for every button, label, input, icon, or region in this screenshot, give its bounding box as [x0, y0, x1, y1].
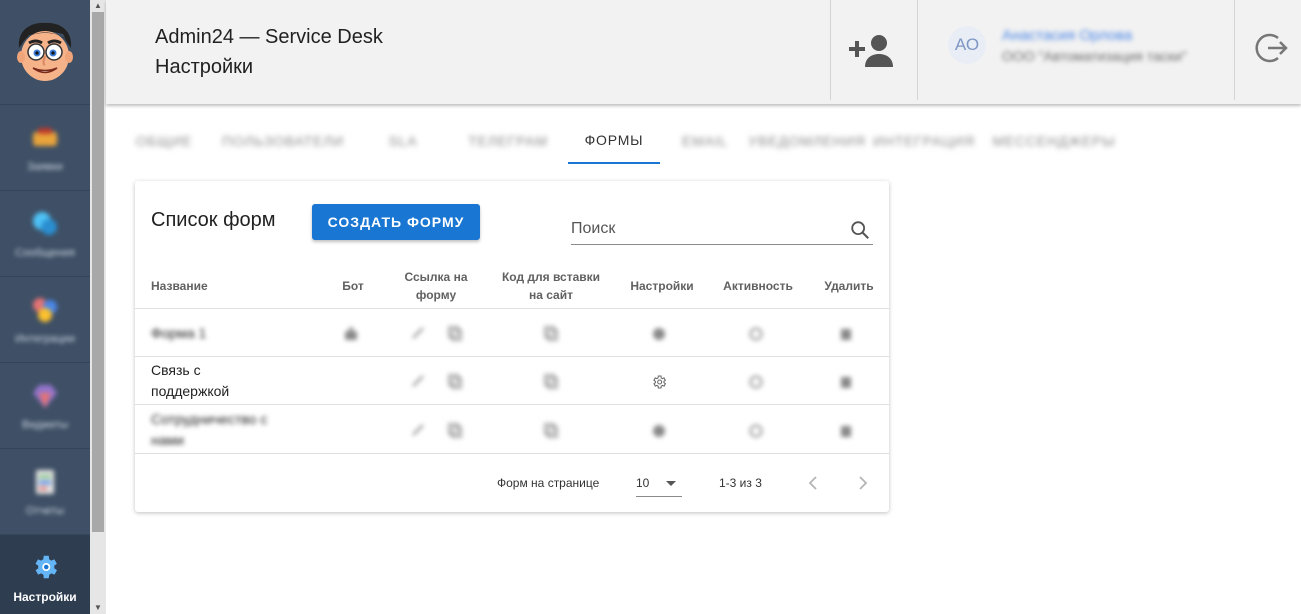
top-header: Admin24 — Service Desk Настройки АО Анас…	[106, 0, 1301, 104]
settings-icon[interactable]	[651, 423, 667, 439]
scrollbar-thumb[interactable]	[92, 12, 104, 532]
copy-code-icon[interactable]	[543, 325, 559, 341]
chevron-right-icon[interactable]	[855, 473, 871, 493]
copy-link-icon[interactable]	[447, 422, 463, 438]
sidebar-item-label: Отчеты	[25, 504, 65, 517]
column-link[interactable]: Ссылка на форму	[397, 268, 475, 304]
sidebar-item-label: Интеграции	[15, 332, 75, 345]
delete-icon[interactable]	[838, 423, 854, 439]
sidebar-item-integrations[interactable]: Интеграции	[0, 277, 90, 363]
header-divider	[1234, 0, 1235, 100]
card-title: Список форм	[151, 209, 276, 231]
table-header: Название Бот Ссылка на форму Код для вст…	[135, 263, 889, 309]
search-field[interactable]	[571, 215, 873, 245]
tab-forms[interactable]: Формы	[568, 118, 660, 164]
column-settings[interactable]: Настройки	[625, 277, 699, 295]
table-row[interactable]: Форма 1	[135, 309, 889, 357]
sidebar: Заявки Сообщения Интеграции Виджеты Отче…	[0, 0, 90, 614]
add-user-icon	[849, 35, 893, 67]
table-row[interactable]: Связь с поддержкой	[135, 357, 889, 405]
sidebar-item-reports[interactable]: Отчеты	[0, 449, 90, 535]
tab-integration[interactable]: Интеграция	[864, 118, 984, 164]
delete-icon[interactable]	[838, 374, 854, 390]
create-form-button[interactable]: СОЗДАТЬ ФОРМУ	[312, 204, 480, 240]
header-titles: Admin24 — Service Desk Настройки	[155, 22, 383, 82]
column-delete[interactable]: Удалить	[819, 277, 879, 295]
activity-toggle-icon[interactable]	[748, 423, 764, 439]
logout-icon	[1255, 33, 1288, 63]
mascot-face-icon	[17, 22, 73, 81]
tab-users[interactable]: Пользователи	[208, 118, 358, 164]
form-name: Форма 1	[151, 325, 207, 341]
sidebar-item-settings[interactable]: Настройки	[0, 535, 90, 614]
header-divider	[917, 0, 918, 100]
user-organization: ООО "Автоматизация таски"	[1002, 47, 1187, 64]
scroll-up-arrow-icon[interactable]: ▲	[90, 0, 106, 12]
user-name-link[interactable]: Анастасия Орлова	[1002, 27, 1187, 44]
sidebar-item-tickets[interactable]: Заявки	[0, 105, 90, 191]
copy-link-icon[interactable]	[447, 373, 463, 389]
sidebar-item-label: Сообщения	[15, 246, 75, 259]
rows-per-page-select[interactable]: 10	[636, 469, 682, 497]
pagination-range: 1-3 из 3	[719, 476, 762, 490]
column-bot[interactable]: Бот	[333, 277, 373, 295]
tab-email[interactable]: Email	[660, 118, 750, 164]
sidebar-item-widgets[interactable]: Виджеты	[0, 363, 90, 449]
reports-icon	[36, 469, 54, 494]
integrations-icon	[33, 297, 57, 322]
column-name[interactable]: Название	[151, 277, 208, 295]
forms-card: Список форм СОЗДАТЬ ФОРМУ Название Бот С…	[135, 181, 889, 512]
tickets-icon	[33, 127, 57, 146]
form-name: Связь с поддержкой	[151, 362, 230, 399]
widgets-icon	[33, 384, 57, 408]
messages-icon	[33, 211, 57, 235]
user-profile[interactable]: АО Анастасия Орлова ООО "Автоматизация т…	[948, 26, 1187, 64]
copy-link-icon[interactable]	[447, 325, 463, 341]
activity-toggle-icon[interactable]	[748, 326, 764, 342]
header-divider	[830, 0, 831, 100]
table-pagination: Форм на странице 10 1-3 из 3	[135, 457, 889, 512]
sidebar-item-label: Заявки	[27, 160, 63, 173]
copy-code-icon[interactable]	[543, 373, 559, 389]
settings-tabs: Общие Пользователи SLA Телеграм Формы Em…	[120, 118, 1124, 164]
form-name: Сотрудничество с нами	[151, 411, 268, 448]
activity-toggle-icon[interactable]	[748, 374, 764, 390]
delete-icon[interactable]	[838, 326, 854, 342]
logout-button[interactable]	[1251, 28, 1291, 68]
rows-per-page-value: 10	[636, 476, 650, 490]
rows-per-page-label: Форм на странице	[497, 476, 600, 490]
tab-sla[interactable]: SLA	[358, 118, 448, 164]
link-icon[interactable]	[411, 423, 425, 437]
tab-notifications[interactable]: Уведомления	[748, 118, 864, 164]
tab-messengers[interactable]: Мессенджеры	[984, 118, 1124, 164]
add-user-button[interactable]	[848, 30, 896, 70]
sidebar-item-label: Настройки	[13, 589, 77, 604]
app-logo[interactable]	[0, 0, 90, 105]
search-input[interactable]	[571, 215, 841, 243]
link-icon[interactable]	[411, 374, 425, 388]
scroll-down-arrow-icon[interactable]: ▼	[90, 602, 106, 614]
chevron-left-icon[interactable]	[805, 473, 821, 493]
gear-icon[interactable]	[651, 374, 667, 390]
avatar[interactable]: АО	[948, 26, 986, 64]
page-title: Настройки	[155, 56, 254, 78]
tab-general[interactable]: Общие	[120, 118, 208, 164]
copy-code-icon[interactable]	[543, 422, 559, 438]
column-active[interactable]: Активность	[718, 277, 798, 295]
link-icon[interactable]	[411, 326, 425, 340]
app-title: Admin24 — Service Desk	[155, 26, 383, 48]
sidebar-item-messages[interactable]: Сообщения	[0, 191, 90, 277]
table-row[interactable]: Сотрудничество с нами	[135, 405, 889, 454]
sidebar-scrollbar[interactable]: ▲ ▼	[90, 0, 106, 614]
dropdown-arrow-icon	[666, 481, 676, 486]
search-icon[interactable]	[849, 219, 871, 241]
sidebar-item-label: Виджеты	[22, 418, 68, 431]
column-code[interactable]: Код для вставки на сайт	[498, 268, 604, 304]
settings-icon[interactable]	[651, 326, 667, 342]
bot-icon[interactable]	[343, 326, 359, 342]
gear-icon	[35, 555, 58, 578]
tab-telegram[interactable]: Телеграм	[448, 118, 568, 164]
